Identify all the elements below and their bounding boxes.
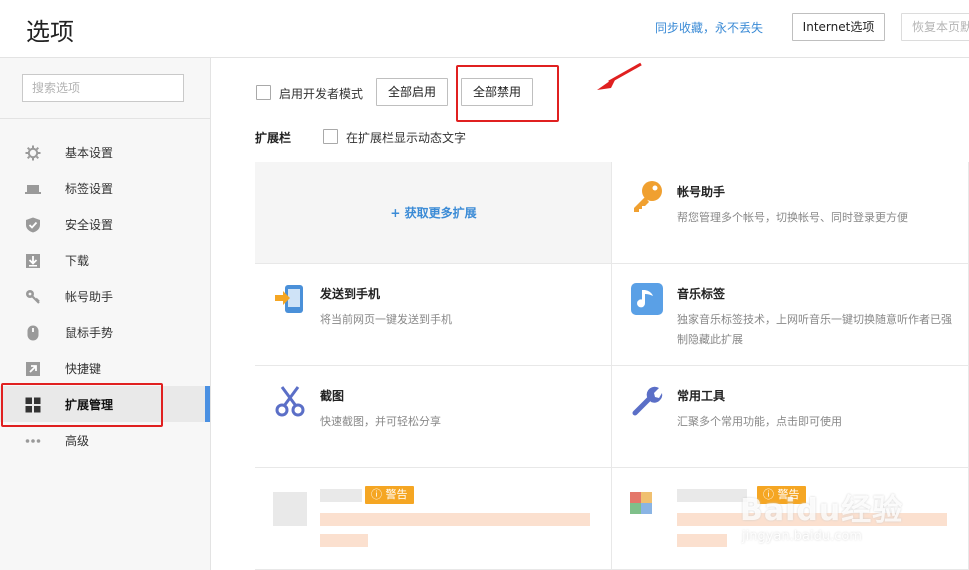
warning-label: 警告 <box>385 488 408 501</box>
sidebar-item-label: 安全设置 <box>65 218 114 232</box>
key-icon <box>634 181 662 212</box>
dev-mode-checkbox[interactable] <box>256 85 271 100</box>
extension-name: 帐号助手 <box>677 185 726 199</box>
sync-link[interactable]: 同步收藏，永不丢失 <box>655 19 763 36</box>
shield-icon <box>26 217 40 233</box>
phone-send-icon <box>275 285 303 313</box>
sidebar-item-shortcut[interactable]: 快捷键 <box>0 350 210 386</box>
wrench-icon <box>632 386 663 416</box>
blurred-name <box>320 489 362 502</box>
blurred-desc <box>677 534 727 547</box>
scissors-icon <box>275 386 305 417</box>
extension-card[interactable]: 音乐标签 独家音乐标签技术，上网听音乐一键切换随意听作者已强制隐藏此扩展 <box>612 264 969 366</box>
extension-desc: 汇聚多个常用功能，点击即可使用 <box>677 415 842 428</box>
extension-name: 截图 <box>320 389 345 403</box>
extension-card[interactable]: 发送到手机 将当前网页一键发送到手机 <box>255 264 612 366</box>
header: 选项 同步收藏，永不丢失 Internet选项 恢复本页默 <box>0 0 969 58</box>
gear-icon <box>25 145 41 161</box>
highlight-box-extensions <box>1 383 163 427</box>
ext-bar-label: 扩展栏 <box>255 131 292 145</box>
sidebar-item-security[interactable]: 安全设置 <box>0 206 210 242</box>
get-more-extensions-link[interactable]: + 获取更多扩展 <box>255 204 612 221</box>
baidu-watermark: Baidu经验 jingyan.baidu.com <box>740 465 965 565</box>
blurred-icon <box>273 492 307 526</box>
sidebar-item-tabs[interactable]: 标签设置 <box>0 170 210 206</box>
sidebar-item-mouse-gesture[interactable]: 鼠标手势 <box>0 314 210 350</box>
extension-desc: 快速截图，并可轻松分享 <box>320 415 441 428</box>
shortcut-icon <box>26 362 40 376</box>
enable-all-button[interactable]: 全部启用 <box>376 78 448 106</box>
extension-name: 音乐标签 <box>677 287 726 301</box>
extension-desc: 将当前网页一键发送到手机 <box>320 313 452 326</box>
blurred-name <box>677 489 747 502</box>
extension-desc: 独家音乐标签技术，上网听音乐一键切换随意听作者已强制隐藏此扩展 <box>677 313 952 346</box>
tab-icon <box>25 185 41 194</box>
active-indicator <box>205 386 210 422</box>
sidebar-item-basic[interactable]: 基本设置 <box>0 134 210 170</box>
show-dynamic-text-label: 在扩展栏显示动态文字 <box>346 131 467 145</box>
sidebar-item-label: 鼠标手势 <box>65 326 114 340</box>
extension-name: 常用工具 <box>677 389 726 403</box>
sidebar: 搜索选项 基本设置 标签设置 安全设置 下载 帐号助手 鼠标手势 快捷键 扩展管… <box>0 58 211 570</box>
get-more-extensions-card[interactable]: + 获取更多扩展 <box>255 162 612 264</box>
restore-defaults-button[interactable]: 恢复本页默 <box>901 13 969 41</box>
sidebar-item-label: 标签设置 <box>65 182 114 196</box>
download-icon <box>26 254 40 268</box>
sidebar-item-advanced[interactable]: 高级 <box>0 422 210 458</box>
warning-badge: ⓘ 警告 <box>365 486 414 504</box>
sidebar-item-label: 下载 <box>65 254 90 268</box>
watermark-sub: jingyan.baidu.com <box>742 529 862 544</box>
sidebar-item-label: 高级 <box>65 434 90 448</box>
highlight-box-disable-all <box>456 65 559 122</box>
sidebar-item-label: 快捷键 <box>65 362 102 376</box>
pointer-arrow-icon <box>597 62 642 90</box>
extension-card[interactable]: 常用工具 汇聚多个常用功能，点击即可使用 <box>612 366 969 468</box>
internet-options-button[interactable]: Internet选项 <box>792 13 885 41</box>
mouse-icon <box>27 325 39 341</box>
sidebar-item-download[interactable]: 下载 <box>0 242 210 278</box>
extension-card[interactable]: 帐号助手 帮您管理多个帐号，切换帐号、同时登录更方便 <box>612 162 969 264</box>
search-input[interactable]: 搜索选项 <box>22 74 184 102</box>
blurred-desc <box>320 513 590 526</box>
show-dynamic-text-checkbox[interactable] <box>323 129 338 144</box>
sidebar-item-label: 帐号助手 <box>65 290 114 304</box>
page-title: 选项 <box>26 18 74 46</box>
extension-card[interactable]: 截图 快速截图，并可轻松分享 <box>255 366 612 468</box>
extension-name: 发送到手机 <box>320 287 381 301</box>
more-icon <box>25 439 41 443</box>
dev-mode-label: 启用开发者模式 <box>279 87 364 101</box>
key-icon <box>26 290 40 304</box>
extension-card-blurred[interactable]: ⓘ 警告 <box>255 468 612 570</box>
blurred-app-icon <box>630 492 652 514</box>
sidebar-item-label: 基本设置 <box>65 146 114 160</box>
blurred-desc <box>320 534 368 547</box>
extension-desc: 帮您管理多个帐号，切换帐号、同时登录更方便 <box>677 211 908 224</box>
sidebar-item-account[interactable]: 帐号助手 <box>0 278 210 314</box>
sidebar-divider <box>0 118 210 119</box>
watermark-main: Baidu经验 <box>740 493 904 528</box>
music-icon <box>631 283 663 315</box>
